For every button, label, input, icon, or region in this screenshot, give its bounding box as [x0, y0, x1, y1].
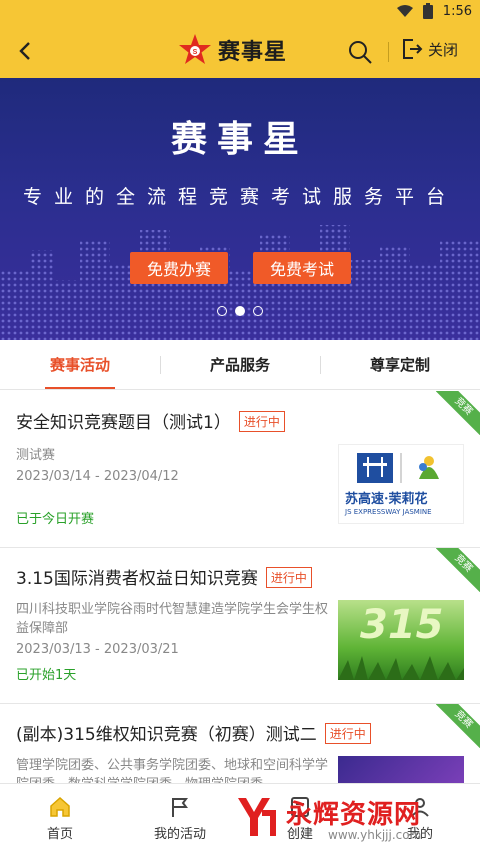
status-badge: 进行中 [324, 722, 371, 744]
carousel-dots[interactable] [0, 306, 480, 316]
watermark-logo-icon [238, 798, 276, 836]
carousel-dot[interactable] [253, 306, 263, 316]
nav-home[interactable]: 首页 [0, 784, 120, 853]
tab-divider [320, 356, 321, 374]
free-host-button[interactable]: 免费办赛 [130, 252, 228, 284]
battery-icon [422, 3, 433, 19]
free-exam-button[interactable]: 免费考试 [253, 252, 351, 284]
grass-illustration [338, 656, 464, 680]
watermark-url: www.yhkjjj.com [328, 828, 422, 842]
svg-text:S: S [193, 49, 198, 56]
card-title: (副本)315维权知识竞赛（初赛）测试二 进行中 [16, 720, 371, 746]
app-header: S 赛事星 关闭 [0, 24, 480, 78]
star-logo-icon: S [179, 34, 211, 64]
brand: S 赛事星 [178, 33, 287, 67]
status-badge: 进行中 [238, 410, 285, 432]
skyline-illustration [0, 225, 480, 340]
corner-ribbon: 竞赛 [436, 548, 480, 592]
thumb-caption: 苏高速·茉莉花 [345, 492, 428, 507]
corner-ribbon: 竞赛 [436, 391, 480, 435]
card-state: 已于今日开赛 [16, 512, 95, 527]
nav-my-activities[interactable]: 我的活动 [120, 784, 240, 853]
close-button[interactable]: 关闭 [400, 37, 458, 61]
nav-my-activities-label: 我的活动 [153, 827, 206, 842]
thumb-caption-en: JS EXPRESSWAY JASMINE [345, 508, 432, 516]
search-icon[interactable] [346, 38, 374, 66]
carousel-dot-active[interactable] [235, 306, 245, 316]
tab-products[interactable]: 产品服务 [160, 340, 320, 389]
exit-icon [403, 39, 423, 59]
card-organizer: 四川科技职业学院谷雨时代智慧建造学院学生会学生权益保障部 [16, 602, 329, 636]
banner-subtitle: 专业的全流程竞赛考试服务平台 [22, 186, 457, 208]
card-organizer: 测试赛 [16, 448, 56, 463]
watermark: 永辉资源网 www.yhkjjj.com [232, 790, 472, 850]
tab-custom[interactable]: 尊享定制 [320, 340, 480, 389]
card-thumbnail [338, 756, 464, 783]
card-title: 安全知识竞赛题目（测试1） 进行中 [16, 408, 285, 434]
corner-ribbon: 竞赛 [436, 704, 480, 748]
card-title-text: 安全知识竞赛题目（测试1） [16, 413, 231, 433]
tab-events[interactable]: 赛事活动 [0, 340, 160, 389]
carousel-dot[interactable] [217, 306, 227, 316]
status-icons: 1:56 [396, 3, 472, 19]
card-thumbnail: 315 [338, 600, 464, 680]
contest-card[interactable]: 竞赛 (副本)315维权知识竞赛（初赛）测试二 进行中 管理学院团委、公共事务学院… [0, 704, 480, 792]
ribbon-label: 竞赛 [436, 704, 480, 748]
card-date: 2023/03/14 - 2023/04/12 [16, 469, 179, 484]
card-title: 3.15国际消费者权益日知识竞赛 进行中 [16, 564, 312, 590]
card-thumbnail: 苏高速·茉莉花 JS EXPRESSWAY JASMINE [338, 444, 464, 524]
wifi-icon [396, 5, 413, 17]
banner-title: 赛事星 [170, 118, 309, 160]
watermark-text: 永辉资源网 [286, 800, 422, 830]
thumb-caption: 315 [360, 602, 444, 648]
promo-banner[interactable]: 赛事星 专业的全流程竞赛考试服务平台 免费办赛 免费考试 [0, 78, 480, 340]
card-date: 2023/03/13 - 2023/03/21 [16, 642, 179, 657]
category-tabs: 赛事活动 产品服务 尊享定制 [0, 340, 480, 390]
status-badge: 进行中 [265, 566, 312, 588]
back-button[interactable] [10, 34, 40, 68]
tab-divider [160, 356, 161, 374]
header-title: 赛事星 [218, 39, 288, 65]
card-title-text: (副本)315维权知识竞赛（初赛）测试二 [16, 725, 317, 745]
home-icon [50, 796, 70, 817]
ribbon-label: 竞赛 [436, 548, 480, 592]
chevron-left-icon [19, 42, 30, 60]
status-bar: 1:56 [0, 0, 480, 24]
header-divider [388, 42, 389, 62]
ribbon-label: 竞赛 [436, 391, 480, 435]
card-title-text: 3.15国际消费者权益日知识竞赛 [16, 569, 258, 589]
card-state: 已开始1天 [16, 668, 77, 683]
contest-card[interactable]: 竞赛 3.15国际消费者权益日知识竞赛 进行中 四川科技职业学院谷雨时代智慧建造学… [0, 548, 480, 704]
nav-home-label: 首页 [46, 827, 73, 842]
status-time: 1:56 [442, 3, 472, 19]
close-label: 关闭 [428, 40, 459, 59]
contest-card[interactable]: 竞赛 安全知识竞赛题目（测试1） 进行中 测试赛 2023/03/14 - 202… [0, 391, 480, 548]
flag-icon [172, 798, 188, 817]
